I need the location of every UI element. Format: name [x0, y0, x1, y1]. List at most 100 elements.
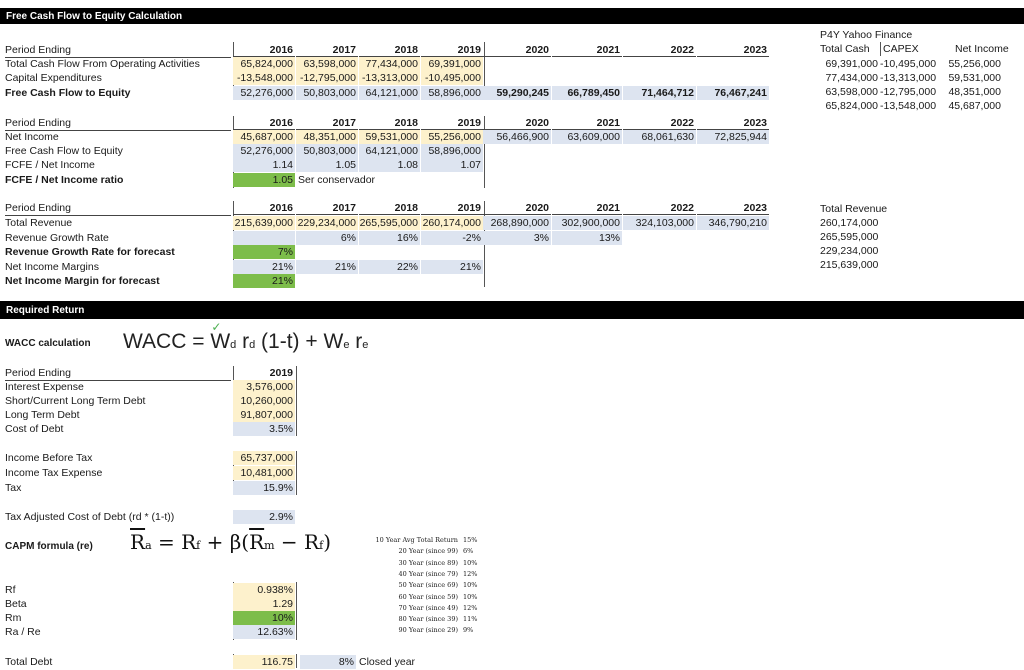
yahoo-cell[interactable]: -10,495,000	[880, 57, 938, 71]
fcfe-cell[interactable]: 50,803,000	[296, 86, 358, 100]
rr-short-label: Short/Current Long Term Debt	[5, 395, 146, 407]
yahoo-cell[interactable]: -12,795,000	[880, 85, 938, 99]
rev-growth-cell[interactable]: 3%	[483, 231, 551, 245]
rr-long-label: Long Term Debt	[5, 409, 80, 421]
yahoo-cell[interactable]: -13,548,000	[880, 99, 938, 113]
rr-rm-label: Rm	[5, 612, 22, 624]
yahoo-cell[interactable]: 55,256,000	[945, 57, 1003, 71]
fcfe-cell[interactable]: -12,795,000	[296, 71, 358, 85]
yahoo-cell[interactable]: -13,313,000	[880, 71, 938, 85]
yahoo-cell[interactable]: 48,351,000	[945, 85, 1003, 99]
fcfe-cell[interactable]: 65,824,000	[233, 57, 295, 71]
ni-net-income-cell[interactable]: 68,061,630	[623, 130, 696, 144]
rr-short-cell[interactable]: 10,260,000	[233, 394, 295, 408]
rr-rf-cell[interactable]: 0.938%	[233, 583, 295, 597]
rr-closed-pct-cell[interactable]: 8%	[300, 655, 356, 669]
rev-growth-forecast-cell[interactable]: 7%	[233, 245, 295, 259]
rr-rm-cell[interactable]: 10%	[233, 611, 295, 625]
returns-label: 70 Year (since 49)	[398, 603, 458, 612]
fcfe-cell[interactable]: 66,789,450	[552, 86, 622, 100]
rev-total-cell[interactable]: 260,174,000	[421, 216, 483, 230]
ni-ratio-cell[interactable]: 1.14	[233, 158, 295, 172]
fcfe-cell[interactable]: -10,495,000	[421, 71, 483, 85]
yahoo-cell[interactable]: 63,598,000	[820, 85, 880, 99]
rr-cod-label: Cost of Debt	[5, 423, 64, 435]
fcfe-cell[interactable]: 77,434,000	[359, 57, 420, 71]
rr-cod-cell[interactable]: 3.5%	[233, 422, 295, 436]
rev-total-cell[interactable]: 265,595,000	[359, 216, 420, 230]
rev-growth-label: Revenue Growth Rate	[5, 232, 109, 244]
rr-tacod-cell[interactable]: 2.9%	[233, 510, 295, 524]
fcfe-cell[interactable]: 63,598,000	[296, 57, 358, 71]
rev-total-cell[interactable]: 229,234,000	[296, 216, 358, 230]
ni-ratio-cell[interactable]: 1.08	[359, 158, 420, 172]
rr-td-cell[interactable]: 116.75	[233, 655, 295, 669]
ni-net-income-cell[interactable]: 63,609,000	[552, 130, 622, 144]
ni-net-income-cell[interactable]: 72,825,944	[697, 130, 769, 144]
fcfe-year-header: 2018	[359, 43, 420, 57]
ni-fcfe-cell[interactable]: 64,121,000	[359, 144, 420, 158]
rr-tax-cell[interactable]: 15.9%	[233, 481, 295, 495]
ni-net-income-cell[interactable]: 56,466,900	[483, 130, 551, 144]
yahoo-cell[interactable]: 65,824,000	[820, 99, 880, 113]
rev-total-cell[interactable]: 215,639,000	[233, 216, 295, 230]
rev-margin-forecast-label: Net Income Margin for forecast	[5, 275, 160, 287]
rev-total-cell[interactable]: 346,790,210	[697, 216, 769, 230]
rev-total-cell[interactable]: 324,103,000	[623, 216, 696, 230]
rev-growth-cell[interactable]	[233, 231, 295, 245]
rev-year-header: 2022	[623, 201, 696, 215]
fcfe-cell[interactable]: -13,313,000	[359, 71, 420, 85]
ni-note: Ser conservador	[298, 174, 376, 186]
ni-net-income-cell[interactable]: 45,687,000	[233, 130, 295, 144]
ni-ratio-forecast-cell[interactable]: 1.05	[233, 173, 295, 187]
ni-fcfe-cell[interactable]: 52,276,000	[233, 144, 295, 158]
rev-growth-cell[interactable]: 6%	[296, 231, 358, 245]
rev-margin-cell[interactable]: 21%	[296, 260, 358, 274]
fcfe-cell[interactable]: 58,896,000	[421, 86, 483, 100]
rev-year-header: 2023	[697, 201, 769, 215]
fcfe-cell[interactable]: -13,548,000	[233, 71, 295, 85]
ni-ratio-cell[interactable]: 1.05	[296, 158, 358, 172]
rev-total-cell[interactable]: 302,900,000	[552, 216, 622, 230]
returns-value: 12%	[463, 569, 478, 578]
rev-margin-cell[interactable]: 22%	[359, 260, 420, 274]
rev-margin-cell[interactable]: 21%	[233, 260, 295, 274]
fcfe-cell[interactable]: 71,464,712	[623, 86, 696, 100]
rev-margin-cell[interactable]: 21%	[421, 260, 483, 274]
rr-rare-cell[interactable]: 12.63%	[233, 625, 295, 639]
rr-interest-cell[interactable]: 3,576,000	[233, 380, 295, 394]
fcfe-cell[interactable]: 76,467,241	[697, 86, 769, 100]
fcfe-cell[interactable]: 64,121,000	[359, 86, 420, 100]
ni-fcfe-cell[interactable]: 50,803,000	[296, 144, 358, 158]
yahoo-cell[interactable]: 77,434,000	[820, 71, 880, 85]
rr-tacod-label: Tax Adjusted Cost of Debt (rd * (1-t))	[5, 511, 175, 523]
rev-growth-cell[interactable]: -2%	[421, 231, 483, 245]
fcfe-cell[interactable]: 69,391,000	[421, 57, 483, 71]
yahoo-cell[interactable]: 59,531,000	[945, 71, 1003, 85]
fcfe-year-header: 2019	[421, 43, 483, 57]
ni-net-income-cell[interactable]: 55,256,000	[421, 130, 483, 144]
rr-rf-label: Rf	[5, 584, 16, 596]
rev-year-header: 2016	[233, 201, 295, 215]
rev-total-cell[interactable]: 268,890,000	[483, 216, 551, 230]
rr-ite-cell[interactable]: 10,481,000	[233, 466, 295, 480]
ni-net-income-cell[interactable]: 59,531,000	[359, 130, 420, 144]
yahoo-cell[interactable]: 69,391,000	[820, 57, 880, 71]
rr-long-cell[interactable]: 91,807,000	[233, 408, 295, 422]
rev-growth-cell[interactable]: 13%	[552, 231, 622, 245]
ni-net-income-cell[interactable]: 48,351,000	[296, 130, 358, 144]
rev-growth-cell[interactable]: 16%	[359, 231, 420, 245]
fcfe-cell[interactable]: 52,276,000	[233, 86, 295, 100]
rev-margin-forecast-cell[interactable]: 21%	[233, 274, 295, 288]
returns-label: 80 Year (since 39)	[398, 615, 458, 624]
rr-beta-cell[interactable]: 1.29	[233, 597, 295, 611]
rr-ibt-cell[interactable]: 65,737,000	[233, 451, 295, 465]
returns-value: 15%	[463, 536, 478, 544]
ni-ratio-cell[interactable]: 1.07	[421, 158, 483, 172]
ni-fcfe-cell[interactable]: 58,896,000	[421, 144, 483, 158]
fcfe-title: Free Cash Flow to Equity Calculation	[6, 11, 183, 22]
ni-net-income-label: Net Income	[5, 131, 59, 143]
rev-margin-label: Net Income Margins	[5, 261, 99, 273]
yahoo-cell[interactable]: 45,687,000	[945, 99, 1003, 113]
fcfe-cell[interactable]: 59,290,245	[483, 86, 551, 100]
